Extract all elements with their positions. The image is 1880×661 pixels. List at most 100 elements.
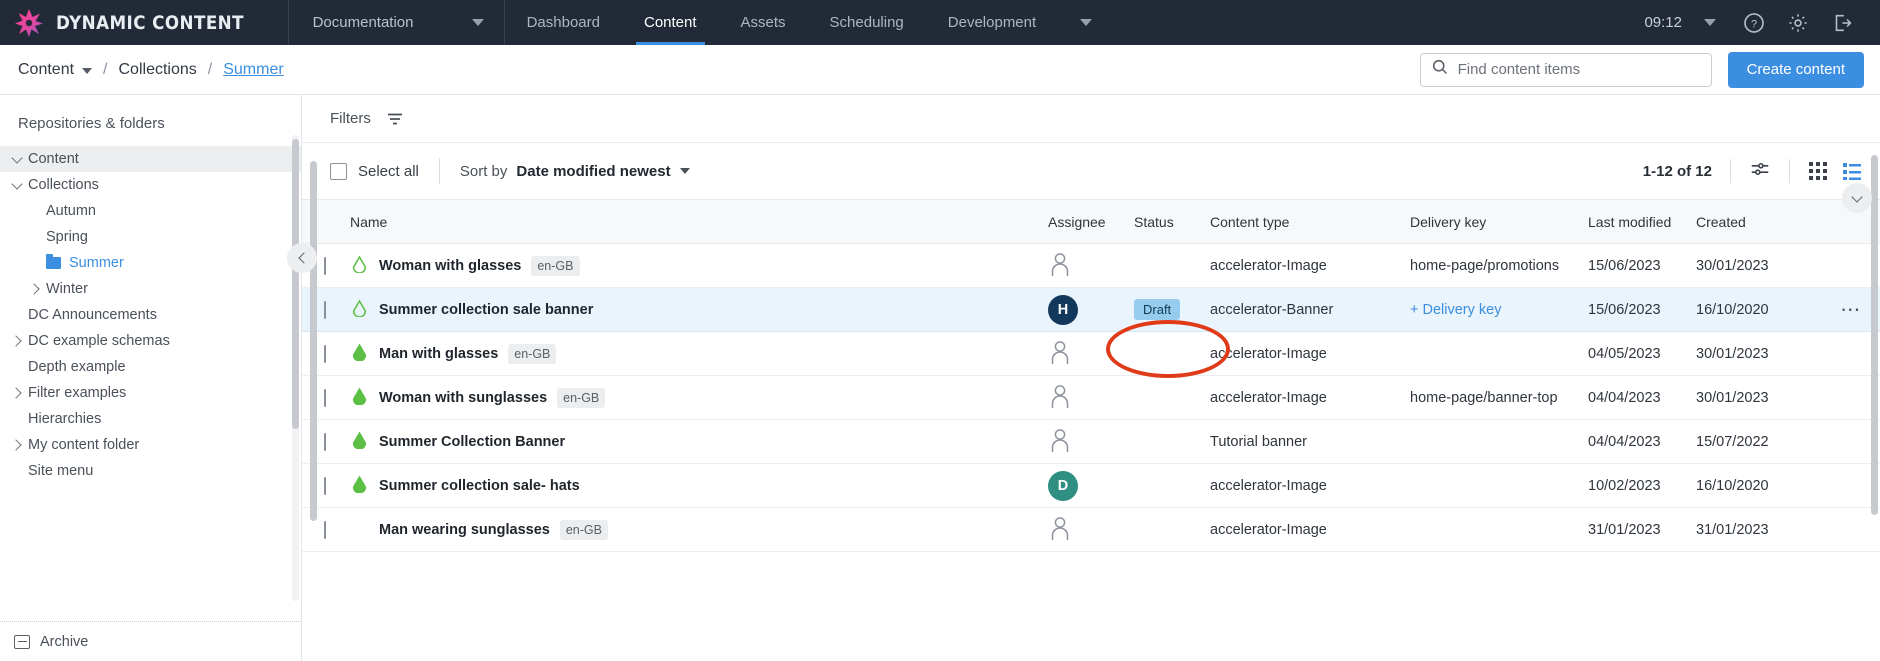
sidebar-item-content[interactable]: Content [0, 146, 301, 172]
avatar[interactable]: D [1048, 470, 1078, 501]
item-name[interactable]: Summer collection sale banner [379, 302, 593, 318]
content-left-scrollbar-thumb[interactable] [310, 161, 317, 521]
nav-item-dashboard[interactable]: Dashboard [505, 0, 622, 45]
chevron-down-icon[interactable] [6, 151, 28, 164]
header-status[interactable]: Status [1134, 199, 1210, 244]
sidebar-item-filter-examples[interactable]: Filter examples [0, 380, 301, 406]
clock-display: 09:12 [1644, 14, 1682, 31]
search-input[interactable] [1457, 61, 1701, 78]
header-created[interactable]: Created [1696, 199, 1822, 244]
header-delivery-key[interactable]: Delivery key [1410, 199, 1588, 244]
gear-icon [1787, 12, 1809, 34]
settings-button[interactable] [1776, 0, 1820, 45]
clock-dropdown-button[interactable] [1688, 0, 1732, 45]
item-name[interactable]: Summer collection sale- hats [379, 478, 580, 494]
header-name[interactable]: Name [350, 199, 1048, 244]
table-row[interactable]: Man with glasses en-GB accelerator-Image 04… [302, 331, 1880, 376]
header-content-type[interactable]: Content type [1210, 199, 1410, 244]
breadcrumb-right-cluster: Create content [1419, 51, 1864, 88]
person-placeholder-icon[interactable] [1048, 428, 1072, 457]
sidebar-item-spring[interactable]: Spring [0, 224, 301, 250]
table-row[interactable]: Man wearing sunglasses en-GB accelerator-I… [302, 507, 1880, 552]
person-placeholder-icon[interactable] [1048, 340, 1072, 369]
item-name[interactable]: Summer Collection Banner [379, 434, 565, 450]
row-status-cell [1134, 419, 1210, 464]
chevron-right-icon[interactable] [6, 387, 28, 399]
sidebar-item-collections[interactable]: Collections [0, 172, 301, 198]
sidebar-item-autumn[interactable]: Autumn [0, 198, 301, 224]
row-checkbox[interactable] [324, 300, 326, 319]
item-name[interactable]: Woman with glasses [379, 258, 521, 274]
chevron-down-icon[interactable] [6, 177, 28, 190]
row-content-type: accelerator-Banner [1210, 287, 1410, 332]
sidebar-item-my-content-folder[interactable]: My content folder [0, 432, 301, 458]
row-checkbox[interactable] [324, 344, 326, 363]
row-checkbox[interactable] [324, 388, 326, 407]
select-all-checkbox[interactable] [330, 162, 347, 180]
sidebar-item-archive[interactable]: Archive [0, 621, 301, 661]
column-settings-button[interactable] [1749, 158, 1771, 185]
person-placeholder-icon[interactable] [1048, 516, 1072, 545]
nav-item-assets[interactable]: Assets [719, 0, 808, 45]
table-row[interactable]: Summer collection sale- hats Daccelerator… [302, 463, 1880, 508]
row-checkbox[interactable] [324, 256, 326, 275]
row-checkbox[interactable] [324, 476, 326, 495]
item-name[interactable]: Woman with sunglasses [379, 390, 547, 406]
person-placeholder-icon[interactable] [1048, 384, 1072, 413]
filter-icon[interactable] [385, 109, 405, 129]
logout-button[interactable] [1820, 0, 1864, 45]
brand-block[interactable]: DYNAMIC CONTENT [0, 0, 288, 45]
row-name-cell: Summer collection sale- hats [350, 463, 1048, 508]
sidebar-item-dc-announcements[interactable]: DC Announcements [0, 302, 301, 328]
chevron-right-icon[interactable] [24, 283, 46, 295]
nav-item-scheduling[interactable]: Scheduling [808, 0, 926, 45]
help-button[interactable]: ? [1732, 0, 1776, 45]
sidebar-item-site-menu[interactable]: Site menu [0, 458, 301, 484]
sidebar-item-winter[interactable]: Winter [0, 276, 301, 302]
table-header-row: Name Assignee Status Content type Delive… [302, 199, 1880, 244]
grid-view-button[interactable] [1808, 161, 1828, 181]
chevron-right-icon[interactable] [6, 439, 28, 451]
sidebar-item-hierarchies[interactable]: Hierarchies [0, 406, 301, 432]
breadcrumb-item-collections[interactable]: Collections [119, 61, 197, 79]
search-box[interactable] [1419, 52, 1712, 87]
row-checkbox[interactable] [324, 520, 326, 539]
sidebar-item-dc-example-schemas[interactable]: DC example schemas [0, 328, 301, 354]
header-assignee[interactable]: Assignee [1048, 199, 1134, 244]
documentation-menu[interactable]: Documentation [289, 0, 504, 45]
breadcrumb-item-summer[interactable]: Summer [223, 61, 283, 79]
archive-box-icon [14, 634, 30, 649]
delivery-key-add-link[interactable]: + Delivery key [1410, 302, 1501, 318]
breadcrumb-dropdown-icon[interactable] [82, 67, 93, 74]
nav-overflow-menu[interactable] [1058, 0, 1114, 45]
chevron-right-icon[interactable] [6, 335, 28, 347]
table-row[interactable]: Woman with sunglasses en-GB accelerator-Im… [302, 375, 1880, 420]
content-items-table: Name Assignee Status Content type Delive… [302, 199, 1880, 552]
sidebar-item-summer[interactable]: Summer [0, 250, 301, 276]
sidebar-scrollbar-thumb[interactable] [292, 139, 299, 429]
panel-collapse-button[interactable] [1842, 183, 1872, 213]
table-header: Name Assignee Status Content type Delive… [302, 199, 1880, 244]
row-checkbox[interactable] [324, 432, 326, 451]
create-content-button[interactable]: Create content [1727, 51, 1864, 88]
table-row[interactable]: Summer collection sale banner H Draft accel… [302, 287, 1880, 332]
table-row[interactable]: Summer Collection Banner Tutorial banner 0… [302, 419, 1880, 464]
nav-item-content[interactable]: Content [622, 0, 719, 45]
item-name[interactable]: Man wearing sunglasses [379, 522, 550, 538]
select-all-label: Select all [358, 162, 419, 180]
item-name[interactable]: Man with glasses [379, 346, 498, 362]
header-last-modified[interactable]: Last modified [1588, 199, 1696, 244]
breadcrumb-item-content[interactable]: Content [18, 61, 74, 79]
sort-value[interactable]: Date modified newest [516, 163, 670, 180]
table-row[interactable]: Woman with glasses en-GB accelerator-Image… [302, 243, 1880, 288]
sidebar-item-depth-example[interactable]: Depth example [0, 354, 301, 380]
person-placeholder-icon[interactable] [1048, 252, 1072, 281]
content-scrollbar-thumb[interactable] [1871, 155, 1878, 515]
nav-item-development[interactable]: Development [926, 0, 1058, 45]
sidebar-collapse-button[interactable] [287, 243, 317, 273]
sort-dropdown-icon[interactable] [679, 168, 690, 174]
list-view-button[interactable] [1842, 161, 1862, 181]
more-options-icon[interactable]: ⋯ [1840, 299, 1862, 321]
avatar[interactable]: H [1048, 294, 1078, 325]
star-burst-logo-icon [14, 8, 44, 38]
